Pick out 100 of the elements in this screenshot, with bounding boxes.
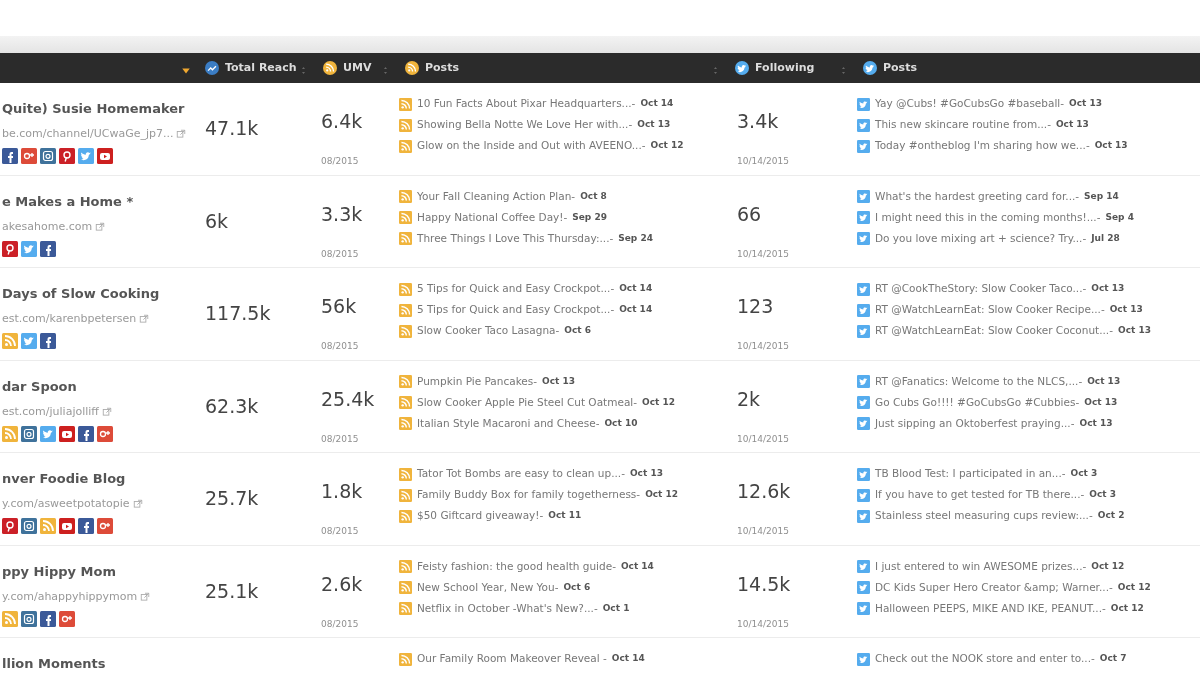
twitter-icon[interactable] xyxy=(857,303,870,317)
post-title[interactable]: 5 Tips for Quick and Easy Crockpot...- xyxy=(417,302,615,318)
tweet-text[interactable]: If you have to get tested for TB there...- xyxy=(875,487,1085,503)
post-title[interactable]: 5 Tips for Quick and Easy Crockpot...- xyxy=(417,281,615,297)
youtube-icon[interactable] xyxy=(97,148,113,164)
post-title[interactable]: Italian Style Macaroni and Cheese- xyxy=(417,415,600,432)
twitter-icon[interactable] xyxy=(857,375,870,388)
blog-name[interactable]: nver Foodie Blog xyxy=(2,469,126,489)
column-header[interactable]: Posts xyxy=(883,59,917,77)
rss-icon[interactable] xyxy=(399,375,412,388)
twitter-icon[interactable] xyxy=(40,425,56,442)
rss-icon[interactable] xyxy=(399,97,412,111)
post-title[interactable]: New School Year, New You- xyxy=(417,579,559,596)
blog-name[interactable]: llion Moments xyxy=(2,654,106,674)
tweet-text[interactable]: Check out the NOOK store and enter to...- xyxy=(875,651,1095,667)
twitter-icon[interactable] xyxy=(857,396,870,409)
rss-icon[interactable] xyxy=(399,560,412,573)
tweet-text[interactable]: Just sipping an Oktoberfest praying...- xyxy=(875,415,1075,432)
rss-icon[interactable] xyxy=(399,139,412,153)
google-plus-icon[interactable] xyxy=(21,148,37,164)
post-title[interactable]: Tator Tot Bombs are easy to clean up...- xyxy=(417,466,625,482)
tweet-text[interactable]: I might need this in the coming months!...- xyxy=(875,209,1101,226)
tweet-text[interactable]: RT @CookTheStory: Slow Cooker Taco...- xyxy=(875,281,1087,297)
tweet-text[interactable]: TB Blood Test: I participated in an...- xyxy=(875,466,1066,482)
column-header[interactable]: Following xyxy=(755,59,815,77)
blog-link[interactable]: be.com/channel/UCwaGe_jp7... xyxy=(2,126,187,143)
twitter-icon[interactable] xyxy=(857,97,870,111)
twitter-icon[interactable] xyxy=(857,232,870,245)
post-title[interactable]: Feisty fashion: the good health guide- xyxy=(417,558,616,575)
rss-icon[interactable] xyxy=(399,232,412,245)
sort-desc-icon[interactable] xyxy=(181,66,191,76)
post-title[interactable]: Family Buddy Box for family togetherness- xyxy=(417,487,641,503)
post-title[interactable]: 10 Fun Facts About Pixar Headquarters...- xyxy=(417,96,636,112)
instagram-icon[interactable] xyxy=(40,148,56,164)
twitter-icon[interactable] xyxy=(857,417,870,430)
rss-icon[interactable] xyxy=(399,581,412,594)
twitter-icon[interactable] xyxy=(857,324,870,338)
instagram-icon[interactable] xyxy=(21,425,37,442)
youtube-icon[interactable] xyxy=(59,518,75,534)
rss-icon[interactable] xyxy=(399,190,412,203)
twitter-icon[interactable] xyxy=(857,139,870,153)
post-title[interactable]: Three Things I Love This Thursday:...- xyxy=(417,230,614,247)
tweet-text[interactable]: Halloween PEEPS, MIKE AND IKE, PEANUT...- xyxy=(875,600,1106,617)
rss-icon[interactable] xyxy=(399,211,412,224)
tweet-text[interactable]: Go Cubs Go!!!! #GoCubsGo #Cubbies- xyxy=(875,394,1080,411)
rss-icon[interactable] xyxy=(399,396,412,409)
post-title[interactable]: Slow Cooker Apple Pie Steel Cut Oatmeal- xyxy=(417,394,638,411)
tweet-text[interactable]: Yay @Cubs! #GoCubsGo #baseball- xyxy=(875,96,1065,112)
post-title[interactable]: Your Fall Cleaning Action Plan- xyxy=(417,188,576,205)
post-title[interactable]: Slow Cooker Taco Lasagna- xyxy=(417,323,560,339)
rss-icon[interactable] xyxy=(399,467,412,481)
blog-name[interactable]: ppy Hippy Mom xyxy=(2,561,116,581)
facebook-icon[interactable] xyxy=(78,425,94,442)
twitter-icon[interactable] xyxy=(857,488,870,502)
facebook-icon[interactable] xyxy=(40,333,56,349)
rss-icon[interactable] xyxy=(399,602,412,615)
post-title[interactable]: Our Family Room Makeover Reveal - xyxy=(417,651,607,667)
tweet-text[interactable]: I just entered to win AWESOME prizes...- xyxy=(875,558,1087,575)
pinterest-icon[interactable] xyxy=(59,148,75,164)
post-title[interactable]: Netflix in October -What's New?...- xyxy=(417,600,598,617)
twitter-icon[interactable] xyxy=(857,118,870,132)
blog-name[interactable]: Quite) Susie Homemaker xyxy=(2,99,185,119)
google-plus-icon[interactable] xyxy=(97,518,113,534)
twitter-icon[interactable] xyxy=(857,211,870,224)
facebook-icon[interactable] xyxy=(40,610,56,627)
twitter-icon[interactable] xyxy=(857,652,870,666)
rss-icon[interactable] xyxy=(399,417,412,430)
blog-link[interactable]: est.com/juliajolliff xyxy=(2,403,112,420)
twitter-icon[interactable] xyxy=(857,581,870,594)
post-title[interactable]: Pumpkin Pie Pancakes- xyxy=(417,373,538,390)
facebook-icon[interactable] xyxy=(2,148,18,164)
rss-icon[interactable] xyxy=(399,303,412,317)
twitter-icon[interactable] xyxy=(78,148,94,164)
rss-icon[interactable] xyxy=(399,488,412,502)
rss-icon[interactable] xyxy=(399,282,412,296)
blog-link[interactable]: est.com/karenbpetersen xyxy=(2,311,150,328)
pinterest-icon[interactable] xyxy=(2,518,18,534)
tweet-text[interactable]: RT @WatchLearnEat: Slow Cooker Recipe...- xyxy=(875,302,1105,318)
instagram-icon[interactable] xyxy=(21,610,37,627)
post-title[interactable]: Showing Bella Notte We Love Her with...- xyxy=(417,117,633,133)
post-title[interactable]: Glow on the Inside and Out with AVEENO...- xyxy=(417,138,646,154)
post-title[interactable]: $50 Giftcard giveaway!- xyxy=(417,508,544,524)
tweet-text[interactable]: DC Kids Super Hero Creator &amp; Warner...- xyxy=(875,579,1113,596)
tweet-text[interactable]: Today #ontheblog I'm sharing how we...- xyxy=(875,138,1090,154)
youtube-icon[interactable] xyxy=(59,425,75,442)
rss-icon[interactable] xyxy=(399,118,412,132)
blog-name[interactable]: e Makes a Home * xyxy=(2,191,134,211)
post-title[interactable]: Happy National Coffee Day!- xyxy=(417,209,568,226)
tweet-text[interactable]: Stainless steel measuring cups review:...- xyxy=(875,508,1093,524)
google-plus-icon[interactable] xyxy=(97,425,113,442)
blog-name[interactable]: dar Spoon xyxy=(2,376,77,396)
pinterest-icon[interactable] xyxy=(2,240,18,257)
blog-link[interactable]: y.com/asweetpotatopie xyxy=(2,496,143,513)
tweet-text[interactable]: This new skincare routine from...- xyxy=(875,117,1051,133)
rss-icon[interactable] xyxy=(399,324,412,338)
rss-icon[interactable] xyxy=(2,333,18,349)
blog-link[interactable]: y.com/ahappyhippymom xyxy=(2,588,151,605)
tweet-text[interactable]: What's the hardest greeting card for...- xyxy=(875,188,1080,205)
column-header[interactable]: UMV xyxy=(343,59,372,77)
twitter-icon[interactable] xyxy=(857,190,870,203)
